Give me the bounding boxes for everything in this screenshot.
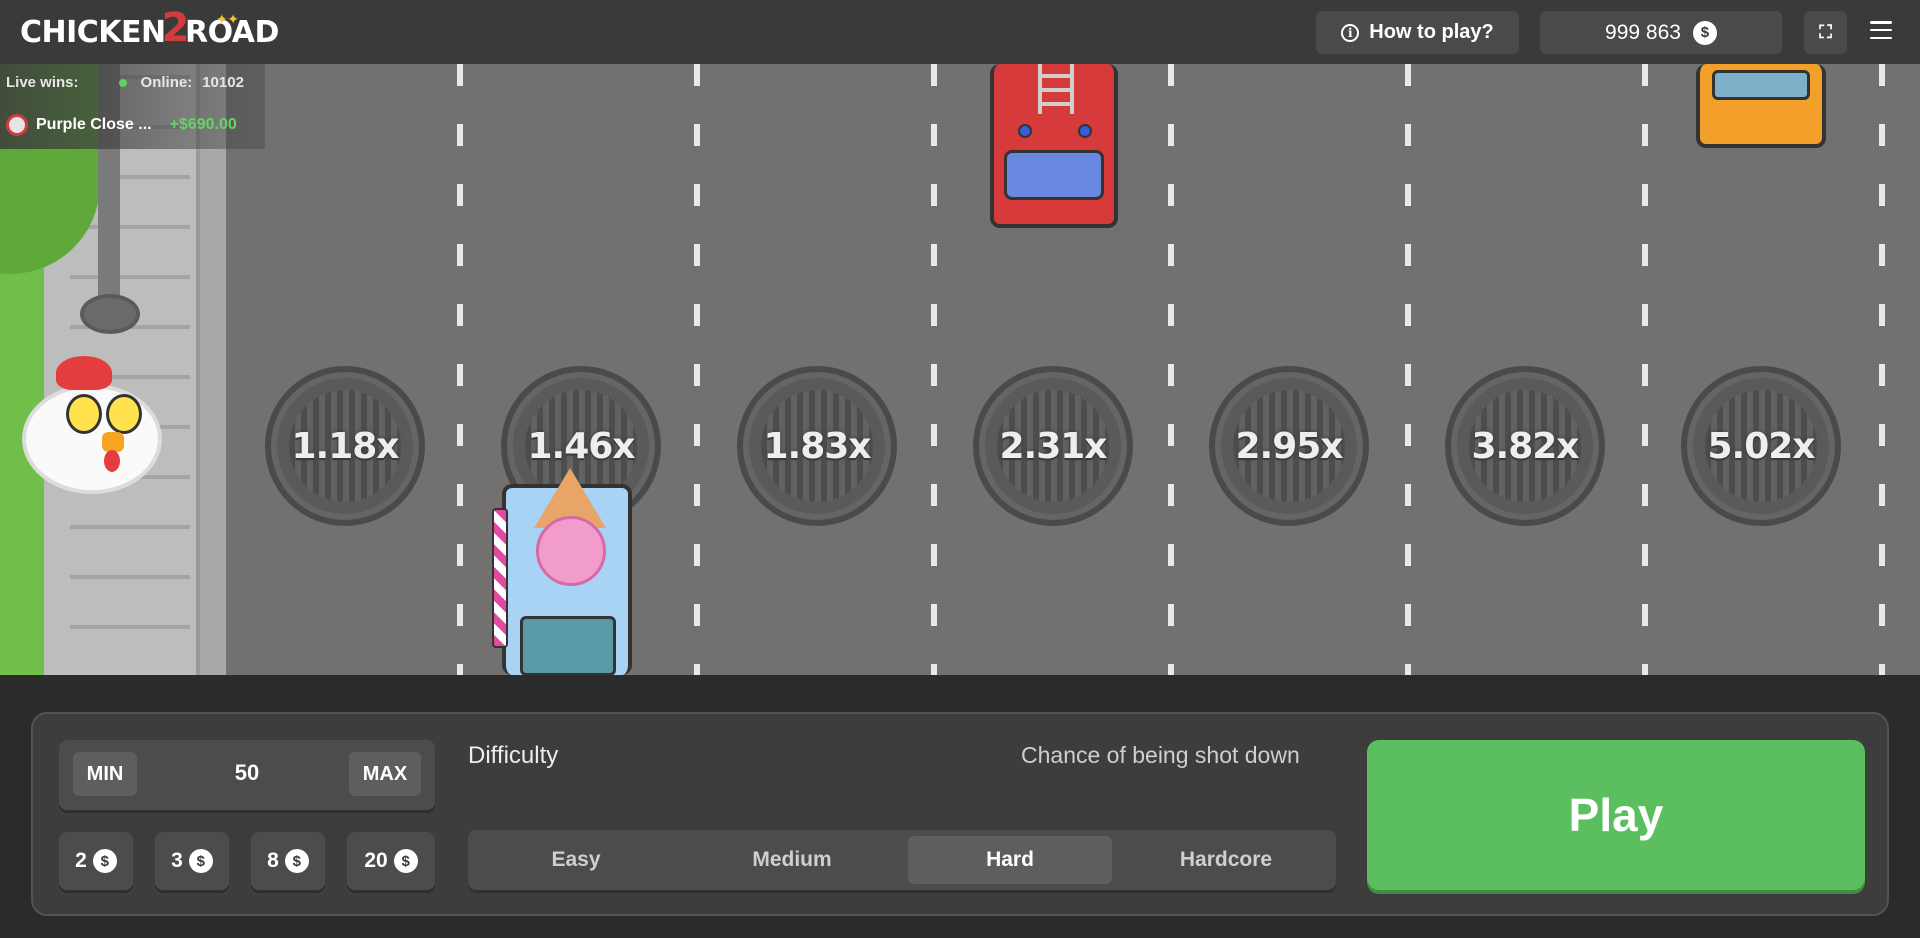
chip-value: 3 — [171, 849, 183, 872]
fullscreen-button[interactable]: ⛶ — [1804, 11, 1847, 54]
fire-truck-icon — [990, 64, 1118, 228]
play-button[interactable]: Play — [1367, 740, 1865, 890]
ice-cream-truck-icon — [492, 468, 632, 675]
scoop-icon — [536, 516, 606, 586]
difficulty-selector: Easy Medium Hard Hardcore — [468, 830, 1336, 890]
chicken-character-icon — [22, 354, 162, 504]
balance-amount: 999 863 — [1605, 20, 1681, 44]
difficulty-hard[interactable]: Hard — [908, 836, 1112, 884]
street-lamp-base — [80, 294, 140, 334]
multiplier-label: 1.18x — [291, 425, 399, 467]
lane-divider — [1168, 64, 1174, 675]
lane-divider — [1642, 64, 1648, 675]
multiplier-manhole[interactable]: 1.83x — [737, 366, 897, 526]
chicken-eye — [106, 394, 142, 434]
user-avatar-icon — [6, 114, 28, 136]
multiplier-manhole[interactable]: 5.02x — [1681, 366, 1841, 526]
online-dot-icon — [118, 78, 127, 87]
siren-light-icon — [1078, 124, 1092, 138]
multiplier-label: 3.82x — [1471, 425, 1579, 467]
difficulty-easy[interactable]: Easy — [474, 836, 678, 884]
dollar-coin-icon: $ — [92, 849, 117, 873]
game-logo: CHICKEN 2 ROAD ✦✦ — [20, 5, 279, 54]
multiplier-manhole[interactable]: 2.95x — [1209, 366, 1369, 526]
multiplier-label: 2.31x — [999, 425, 1107, 467]
chicken-beak — [102, 432, 124, 452]
info-icon: i — [1341, 23, 1360, 42]
top-bar: CHICKEN 2 ROAD ✦✦ i How to play? 999 863… — [0, 0, 1920, 64]
online-label: Online: — [140, 74, 193, 91]
ladder-icon — [1038, 64, 1074, 114]
chance-label: Chance of being shot down — [1021, 742, 1300, 768]
dollar-coin-icon: $ — [393, 849, 418, 873]
windshield — [1712, 70, 1810, 100]
balance-display: 999 863 $ — [1540, 11, 1782, 54]
chip-value: 2 — [75, 849, 87, 872]
quick-bet-chip-3[interactable]: 3 $ — [155, 832, 229, 890]
siren-light-icon — [1018, 124, 1032, 138]
how-to-play-label: How to play? — [1369, 21, 1494, 43]
school-bus-icon — [1696, 64, 1826, 148]
logo-number: 2 — [161, 5, 190, 51]
sparkle-icon: ✦✦ — [216, 12, 239, 28]
bet-amount-stepper: MIN 50 MAX — [59, 740, 435, 810]
quick-bet-chip-20[interactable]: 20 $ — [347, 832, 435, 890]
chip-value: 8 — [267, 849, 279, 872]
live-wins-feed: Live wins: Online: 10102 Purple Close ..… — [0, 64, 265, 149]
multiplier-manhole[interactable]: 2.31x — [973, 366, 1133, 526]
fullscreen-icon: ⛶ — [1819, 22, 1832, 42]
chip-value: 20 — [364, 849, 388, 872]
multiplier-manhole[interactable]: 1.18x — [265, 366, 425, 526]
how-to-play-button[interactable]: i How to play? — [1316, 11, 1519, 54]
lane-divider — [457, 64, 463, 675]
quick-bet-chip-8[interactable]: 8 $ — [251, 832, 325, 890]
lane-divider — [694, 64, 700, 675]
live-wins-label: Live wins: — [6, 74, 79, 91]
windshield — [520, 616, 616, 675]
hamburger-menu-icon[interactable] — [1870, 21, 1892, 39]
win-amount: +$690.00 — [169, 116, 237, 133]
winner-username: Purple Close ... — [36, 116, 152, 133]
max-bet-button[interactable]: MAX — [349, 752, 421, 796]
multiplier-label: 5.02x — [1707, 425, 1815, 467]
chicken-wattle — [104, 450, 120, 472]
candy-stripe-icon — [492, 508, 508, 648]
lane-divider — [931, 64, 937, 675]
dollar-coin-icon: $ — [284, 849, 309, 873]
lane-divider — [1405, 64, 1411, 675]
game-road-area: 1.18x 1.46x 1.83x 2.31x 2.95x 3.82x 5.02… — [0, 64, 1920, 675]
multiplier-label: 1.83x — [763, 425, 871, 467]
online-count: 10102 — [202, 74, 244, 91]
difficulty-label: Difficulty — [468, 742, 559, 769]
curb — [196, 64, 226, 675]
lane-divider — [1879, 64, 1885, 675]
multiplier-manhole[interactable]: 3.82x — [1445, 366, 1605, 526]
dollar-coin-icon: $ — [188, 849, 213, 873]
control-panel: MIN 50 MAX 2 $ 3 $ 8 $ 20 $ Difficulty C… — [31, 712, 1889, 916]
dollar-coin-icon: $ — [1692, 20, 1717, 45]
multiplier-label: 1.46x — [527, 425, 635, 467]
logo-text-left: CHICKEN — [20, 14, 166, 50]
chicken-comb — [56, 356, 112, 390]
quick-bet-chip-2[interactable]: 2 $ — [59, 832, 133, 890]
windshield — [1004, 150, 1104, 200]
multiplier-label: 2.95x — [1235, 425, 1343, 467]
difficulty-hardcore[interactable]: Hardcore — [1124, 836, 1328, 884]
difficulty-medium[interactable]: Medium — [690, 836, 894, 884]
chicken-eye — [66, 394, 102, 434]
